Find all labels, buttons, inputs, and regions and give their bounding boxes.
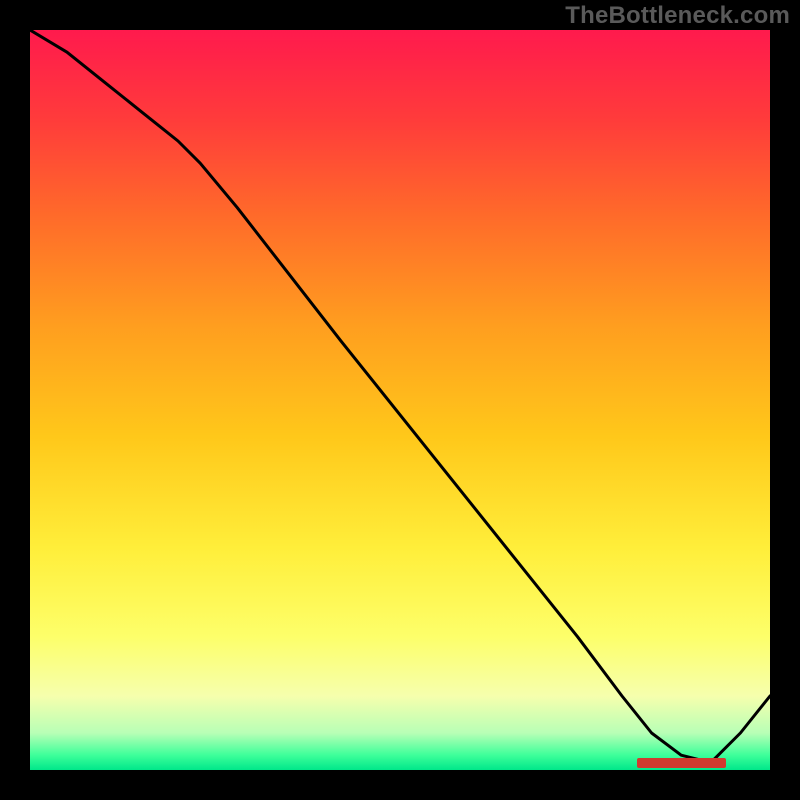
minimum-marker — [637, 758, 726, 768]
bottleneck-curve — [30, 30, 770, 763]
watermark-text: TheBottleneck.com — [565, 2, 790, 30]
chart-frame: TheBottleneck.com — [0, 0, 800, 800]
plot-area — [30, 30, 770, 770]
curve-svg — [30, 30, 770, 770]
